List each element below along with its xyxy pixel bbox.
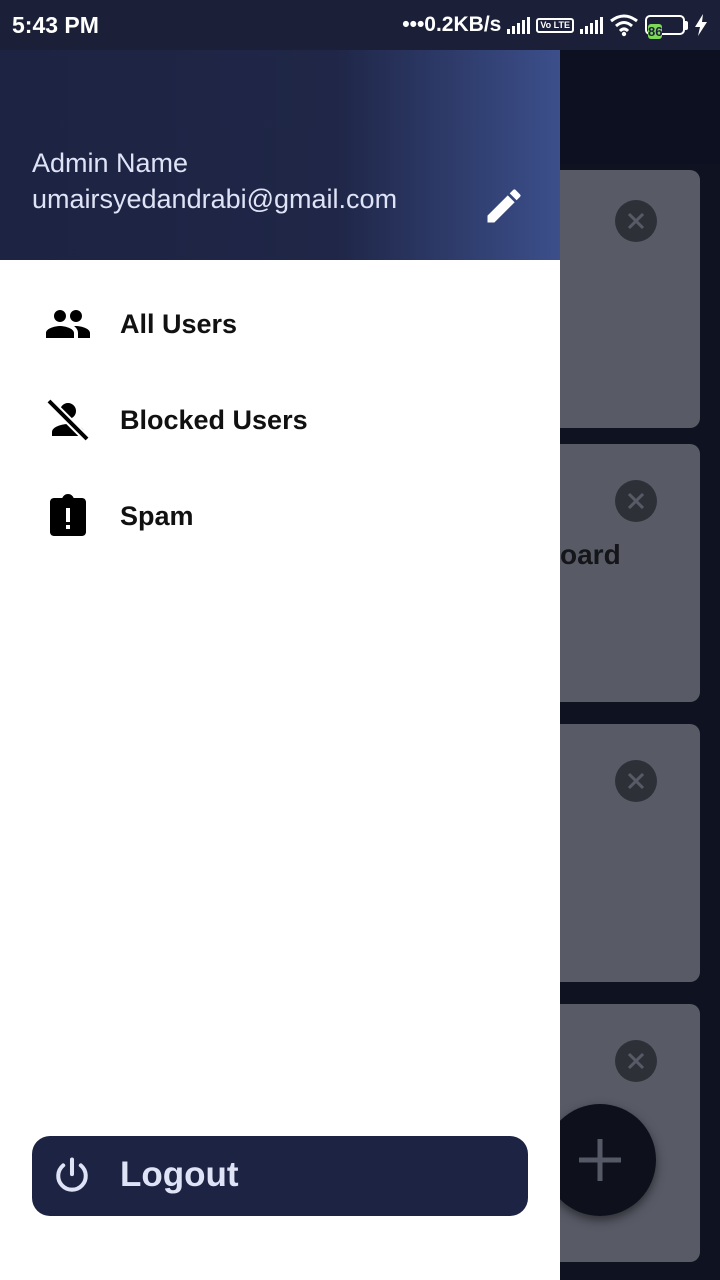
drawer-header: Admin Name umairsyedandrabi@gmail.com xyxy=(0,50,560,260)
close-icon[interactable] xyxy=(615,760,657,802)
status-bar: 5:43 PM •••0.2KB/s Vo LTE 86 xyxy=(0,0,720,50)
report-clipboard-icon xyxy=(50,494,86,536)
admin-email: umairsyedandrabi@gmail.com xyxy=(32,184,398,214)
battery-level: 86 xyxy=(648,24,663,39)
navigation-drawer: Admin Name umairsyedandrabi@gmail.com Al… xyxy=(0,50,560,1280)
admin-name: Admin Name xyxy=(32,148,189,178)
signal-2-icon xyxy=(580,16,603,34)
pencil-icon[interactable] xyxy=(482,184,526,228)
menu-item-all-users[interactable]: All Users xyxy=(0,276,560,372)
status-icons: •••0.2KB/s Vo LTE 86 xyxy=(402,13,708,39)
status-time: 5:43 PM xyxy=(12,11,99,38)
plus-icon xyxy=(579,1139,621,1181)
close-icon[interactable] xyxy=(615,200,657,242)
wifi-icon xyxy=(610,14,638,37)
signal-icon xyxy=(507,16,531,34)
logout-button[interactable]: Logout xyxy=(32,1136,528,1216)
close-icon[interactable] xyxy=(615,480,657,522)
charging-icon xyxy=(695,14,707,36)
volte-icon: Vo LTE xyxy=(536,17,574,33)
blocked-person-icon xyxy=(46,398,90,442)
battery-icon: 86 xyxy=(645,15,688,39)
menu-label: Blocked Users xyxy=(120,404,308,435)
add-fab-button[interactable] xyxy=(544,1104,656,1216)
people-icon xyxy=(46,310,90,338)
menu-label: Spam xyxy=(120,500,194,531)
network-speed: •••0.2KB/s xyxy=(402,13,502,36)
close-icon[interactable] xyxy=(615,1040,657,1082)
power-icon xyxy=(56,1157,88,1192)
menu-label: All Users xyxy=(120,308,238,339)
logout-label: Logout xyxy=(120,1155,239,1194)
menu-item-blocked-users[interactable]: Blocked Users xyxy=(0,372,560,468)
menu-item-spam[interactable]: Spam xyxy=(0,468,560,564)
background-card-text: oard xyxy=(560,539,621,570)
